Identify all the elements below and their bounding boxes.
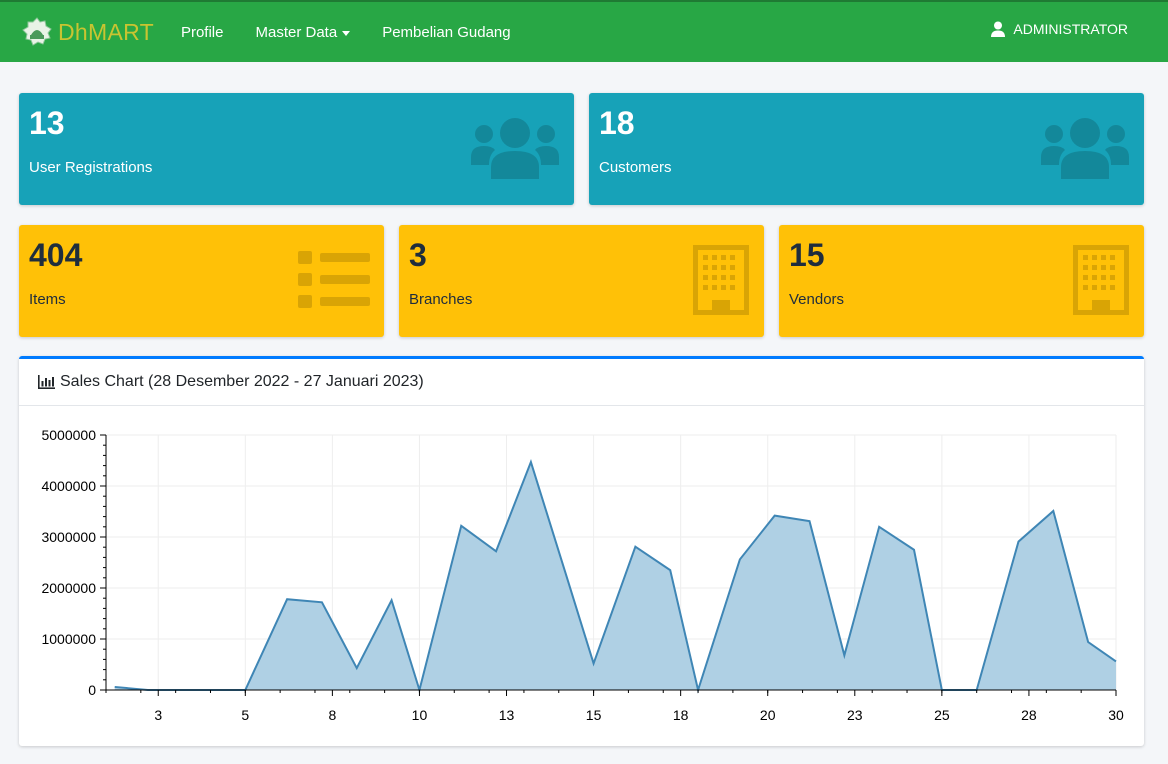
stat-value: 404 (29, 237, 83, 273)
x-tick-label: 10 (412, 707, 428, 723)
x-tick-label: 20 (760, 707, 776, 723)
card-header: Sales Chart (28 Desember 2022 - 27 Janua… (19, 359, 1144, 406)
users-icon (471, 118, 559, 179)
stat-label: User Registrations (29, 159, 153, 176)
list-icon (298, 251, 370, 308)
x-tick-label: 3 (154, 707, 162, 723)
stat-box-items[interactable]: 404 Items (19, 225, 384, 337)
stat-box-user-registrations[interactable]: 13 User Registrations (19, 93, 574, 205)
y-tick-label: 2000000 (41, 580, 96, 596)
x-tick-label: 25 (934, 707, 950, 723)
x-tick-label: 15 (586, 707, 602, 723)
user-name: ADMINISTRATOR (1013, 21, 1128, 37)
stat-label: Items (29, 291, 66, 308)
building-icon (693, 245, 749, 315)
stat-box-branches[interactable]: 3 Branches (399, 225, 764, 337)
nav-item-master-data[interactable]: Master Data (255, 23, 351, 41)
stat-box-customers[interactable]: 18 Customers (589, 93, 1144, 205)
stat-value: 13 (29, 105, 65, 141)
x-tick-label: 5 (241, 707, 249, 723)
caret-down-icon (342, 30, 351, 36)
series-area (114, 462, 1116, 690)
card-title: Sales Chart (28 Desember 2022 - 27 Janua… (60, 373, 424, 390)
building-icon (1073, 245, 1129, 315)
brand-link[interactable]: DhMART (22, 17, 154, 47)
sales-area-chart: 0 1000000 2000000 3000000 4000000 5000000 3 5 8 1… (41, 427, 1124, 723)
bar-chart-icon (38, 375, 55, 389)
y-tick-label: 4000000 (41, 478, 96, 494)
stat-label: Customers (599, 159, 672, 176)
nav-item-master-data-label: Master Data (255, 23, 338, 41)
y-tick-label: 5000000 (41, 427, 96, 443)
x-tick-label: 30 (1108, 707, 1124, 723)
brand-name: DhMART (58, 18, 154, 45)
stat-value: 18 (599, 105, 635, 141)
y-tick-label: 3000000 (41, 529, 96, 545)
stat-label: Vendors (789, 291, 845, 308)
nav-item-pembelian-gudang[interactable]: Pembelian Gudang (382, 24, 510, 41)
x-tick-label: 13 (499, 707, 515, 723)
top-navbar: DhMART Profile Master Data Pembelian Gud… (0, 0, 1168, 62)
logo-icon (22, 17, 52, 46)
stat-label: Branches (409, 291, 473, 308)
stat-box-vendors[interactable]: 15 Vendors (779, 225, 1144, 337)
sales-chart-card: Sales Chart (28 Desember 2022 - 27 Janua… (19, 356, 1144, 746)
x-tick-label: 8 (328, 707, 336, 723)
y-tick-label: 0 (88, 682, 96, 698)
users-icon (1041, 118, 1129, 179)
x-tick-label: 28 (1021, 707, 1037, 723)
x-tick-label: 18 (673, 707, 689, 723)
y-tick-label: 1000000 (41, 631, 96, 647)
user-menu[interactable]: ADMINISTRATOR (990, 21, 1128, 37)
stat-value: 15 (789, 237, 825, 273)
stat-value: 3 (409, 237, 427, 273)
user-icon (991, 21, 1006, 37)
nav-item-profile[interactable]: Profile (181, 24, 224, 41)
x-tick-label: 23 (847, 707, 863, 723)
